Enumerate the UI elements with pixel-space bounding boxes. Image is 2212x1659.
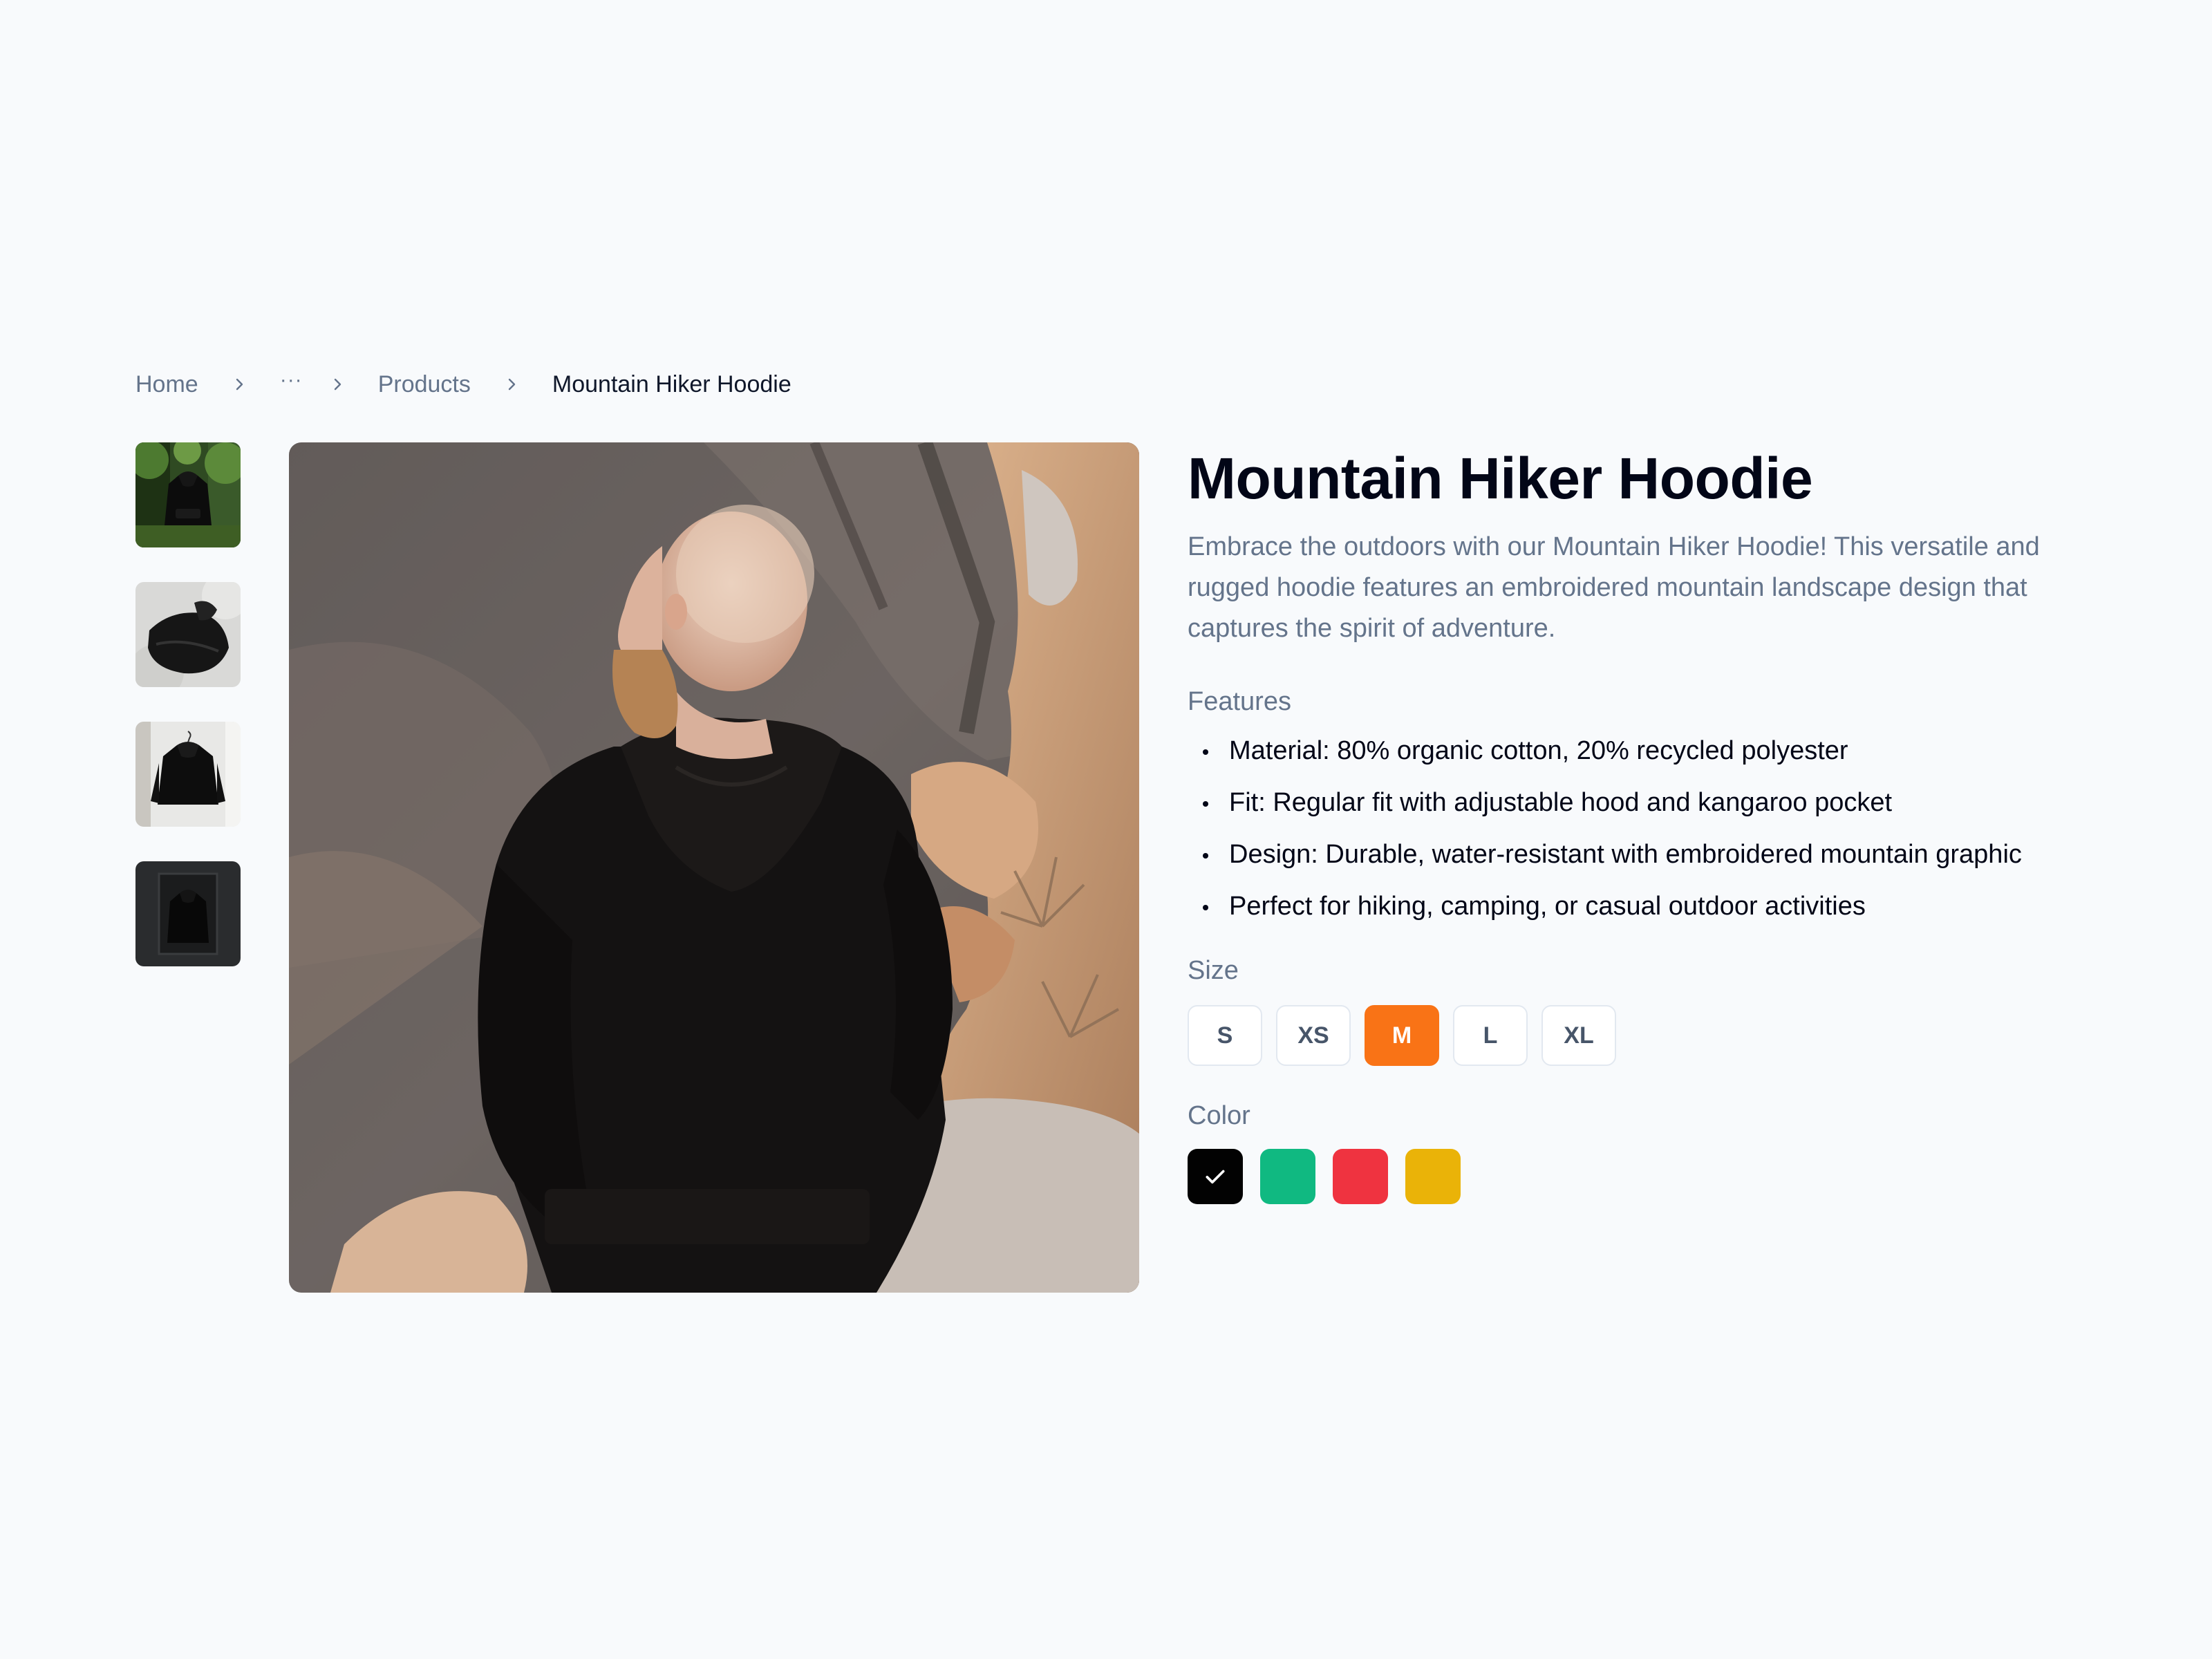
features-list: Material: 80% organic cotton, 20% recycl… [1188, 731, 2079, 926]
bullet-icon [1203, 801, 1208, 807]
thumbnail-forest[interactable] [135, 442, 241, 547]
breadcrumb-ellipsis[interactable]: ··· [280, 368, 302, 392]
color-swatch-red[interactable] [1333, 1149, 1388, 1204]
breadcrumb: Home ··· Products Mountain Hiker Hoodie [135, 366, 791, 402]
check-icon [1206, 1170, 1225, 1184]
feature-text: Design: Durable, water-resistant with em… [1229, 840, 2022, 869]
size-option-xs[interactable]: XS [1276, 1005, 1351, 1066]
main-product-image [289, 442, 1139, 1293]
bullet-icon [1203, 905, 1208, 910]
chevron-right-icon [326, 373, 349, 396]
color-selector [1188, 1149, 2079, 1204]
breadcrumb-current-page: Mountain Hiker Hoodie [552, 371, 791, 397]
size-option-m[interactable]: M [1365, 1005, 1439, 1066]
size-option-xl[interactable]: XL [1541, 1005, 1616, 1066]
feature-text: Fit: Regular fit with adjustable hood an… [1229, 788, 1893, 817]
breadcrumb-home-link[interactable]: Home [135, 371, 198, 398]
size-selector: S XS M L XL [1188, 1005, 2079, 1066]
feature-item: Material: 80% organic cotton, 20% recycl… [1188, 731, 2045, 771]
product-title: Mountain Hiker Hoodie [1188, 446, 1813, 511]
color-label: Color [1188, 1101, 1250, 1130]
size-option-l[interactable]: L [1453, 1005, 1528, 1066]
bullet-icon [1203, 749, 1208, 755]
product-description: Embrace the outdoors with our Mountain H… [1188, 532, 2040, 643]
color-swatch-black[interactable] [1188, 1149, 1243, 1204]
feature-text: Material: 80% organic cotton, 20% recycl… [1229, 736, 1848, 765]
feature-text: Perfect for hiking, camping, or casual o… [1229, 892, 1866, 921]
size-option-s[interactable]: S [1188, 1005, 1262, 1066]
product-info: Mountain Hiker Hoodie Embrace the outdoo… [1188, 442, 2079, 1204]
thumbnail-hanging[interactable] [135, 722, 241, 827]
feature-item: Design: Durable, water-resistant with em… [1188, 834, 2045, 874]
feature-item: Perfect for hiking, camping, or casual o… [1188, 886, 2045, 926]
bullet-icon [1203, 853, 1208, 859]
breadcrumb-products-link[interactable]: Products [378, 371, 471, 398]
feature-item: Fit: Regular fit with adjustable hood an… [1188, 782, 2045, 823]
thumbnail-gallery [135, 442, 241, 1001]
chevron-right-icon [500, 373, 523, 396]
size-label: Size [1188, 956, 1239, 985]
color-swatch-yellow[interactable] [1405, 1149, 1461, 1204]
chevron-right-icon [227, 373, 251, 396]
thumbnail-folded[interactable] [135, 582, 241, 687]
thumbnail-framed[interactable] [135, 861, 241, 966]
features-label: Features [1188, 687, 1291, 716]
color-swatch-green[interactable] [1260, 1149, 1315, 1204]
